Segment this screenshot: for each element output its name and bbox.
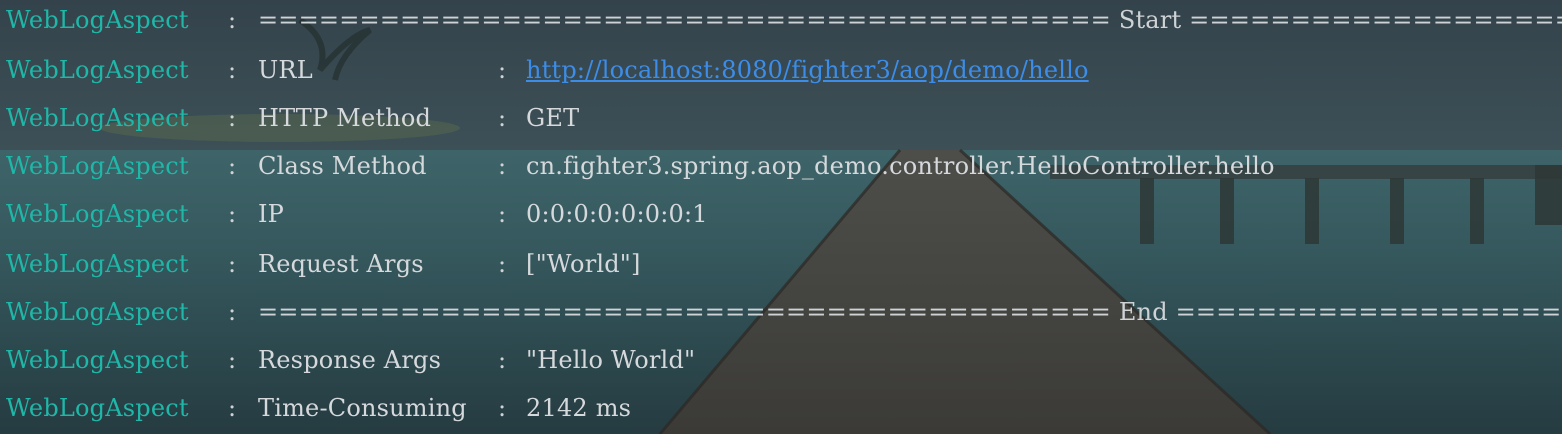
field-value: 2142 ms [526,394,632,422]
separator: : [228,104,237,132]
field-value: GET [526,104,580,132]
field-label: Response Args [258,346,442,374]
field-value: "Hello World" [526,346,696,374]
separator: : [228,6,237,34]
value-separator: : [498,394,507,422]
logger-name: WebLogAspect [6,56,189,84]
field-label: Time-Consuming [258,394,467,422]
separator: : [228,346,237,374]
logger-name: WebLogAspect [6,152,189,180]
field-value: 0:0:0:0:0:0:0:1 [526,200,708,228]
field-label: URL [258,56,313,84]
end-rule: ========================================… [258,298,1562,326]
field-label: Request Args [258,250,424,278]
value-separator: : [498,152,507,180]
value-separator: : [498,56,507,84]
field-label: Class Method [258,152,427,180]
log-line-http-method: WebLogAspect : HTTP Method : GET [6,103,579,133]
logger-name: WebLogAspect [6,394,189,422]
separator: : [228,250,237,278]
value-separator: : [498,346,507,374]
log-line-time-consuming: WebLogAspect : Time-Consuming : 2142 ms [6,393,631,423]
console-output: WebLogAspect : =========================… [0,0,1562,434]
field-label: HTTP Method [258,104,432,132]
log-line-request-args: WebLogAspect : Request Args : ["World"] [6,249,640,279]
separator: : [228,298,237,326]
logger-name: WebLogAspect [6,6,189,34]
separator: : [228,152,237,180]
separator: : [228,56,237,84]
value-separator: : [498,104,507,132]
start-rule: ========================================… [258,6,1562,34]
logger-name: WebLogAspect [6,200,189,228]
value-separator: : [498,250,507,278]
log-line-class-method: WebLogAspect : Class Method : cn.fighter… [6,151,1274,181]
field-value: cn.fighter3.spring.aop_demo.controller.H… [526,152,1275,180]
logger-name: WebLogAspect [6,346,189,374]
field-label: IP [258,200,285,228]
log-line-response-args: WebLogAspect : Response Args : "Hello Wo… [6,345,695,375]
log-line-start: WebLogAspect : =========================… [6,5,1562,35]
url-link[interactable]: http://localhost:8080/fighter3/aop/demo/… [526,55,1089,85]
log-line-end: WebLogAspect : =========================… [6,297,1562,327]
log-line-url: WebLogAspect : URL : http://localhost:80… [6,55,1088,85]
value-separator: : [498,200,507,228]
logger-name: WebLogAspect [6,104,189,132]
separator: : [228,200,237,228]
separator: : [228,394,237,422]
logger-name: WebLogAspect [6,250,189,278]
logger-name: WebLogAspect [6,298,189,326]
field-value: ["World"] [526,250,641,278]
log-line-ip: WebLogAspect : IP : 0:0:0:0:0:0:0:1 [6,199,708,229]
